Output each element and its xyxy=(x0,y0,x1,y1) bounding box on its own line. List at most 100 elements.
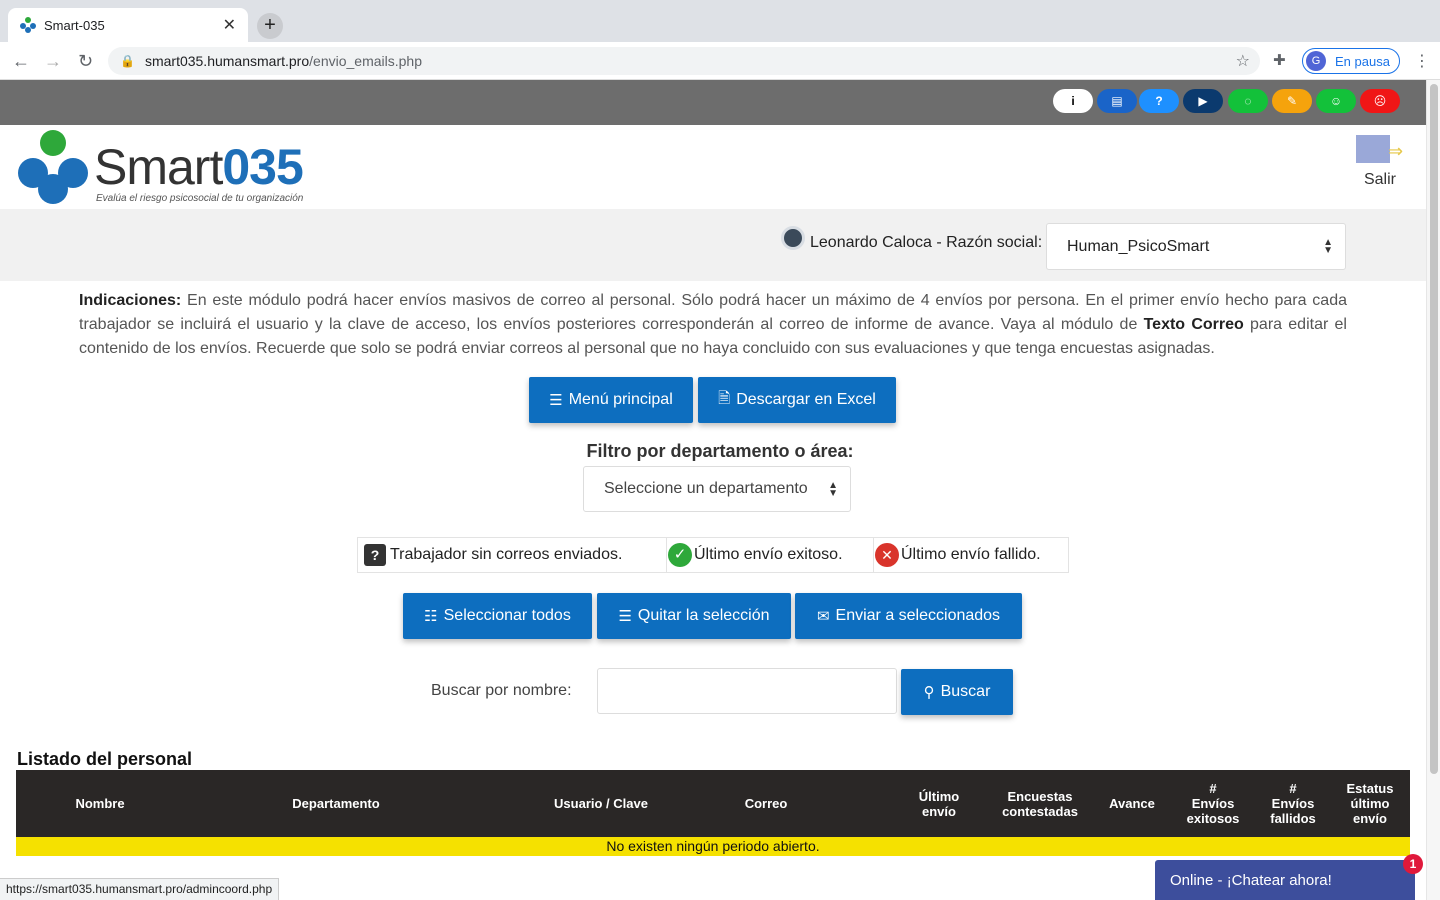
page-scrollbar[interactable] xyxy=(1426,80,1440,900)
bookmark-star-icon[interactable]: ☆ xyxy=(1236,51,1250,71)
legend-success: ✓ Último envío exitoso. xyxy=(668,538,874,572)
legend-divider xyxy=(666,538,667,572)
logout-button[interactable]: ⇒ Salir xyxy=(1354,135,1414,189)
new-tab-button[interactable]: + xyxy=(257,13,283,39)
column-header: Correo xyxy=(744,796,788,811)
user-avatar-icon xyxy=(781,226,805,250)
logout-label: Salir xyxy=(1363,171,1396,188)
staff-table-header: Nombre Departamento Usuario / Clave Correo Ú… xyxy=(16,770,1410,837)
close-tab-icon[interactable]: ✕ xyxy=(223,15,236,35)
live-chat-button[interactable]: Online - ¡Chatear ahora! xyxy=(1155,860,1415,900)
smart035-logo[interactable]: Smart035 Evalúa el riesgo psicosocial de… xyxy=(18,130,318,206)
select-caret-icon: ▲ ▼ xyxy=(828,480,838,499)
user-name-label: Leonardo Caloca - Razón social: xyxy=(810,234,1043,251)
column-header: # Envíos fallidos xyxy=(1270,781,1316,826)
indications-label: Indicaciones: xyxy=(79,292,182,309)
texto-correo-module: Texto Correo xyxy=(1143,316,1244,333)
youtube-icon[interactable]: ▶ xyxy=(1183,89,1223,113)
site-favicon-icon xyxy=(20,17,36,33)
clear-selection-button[interactable]: ☰ Quitar la selección xyxy=(597,593,791,639)
staff-list-title: Listado del personal xyxy=(17,749,193,769)
extensions-icon[interactable]: ✚ xyxy=(1273,51,1286,69)
back-icon[interactable]: ← xyxy=(12,51,30,72)
scrollbar-thumb[interactable] xyxy=(1430,84,1438,774)
column-header: Último envío xyxy=(918,788,960,819)
avatar: G xyxy=(1306,51,1326,71)
clear-selection-label: Quitar la selección xyxy=(637,607,770,624)
legend-no-mail-label: Trabajador sin correos enviados. xyxy=(390,546,623,563)
logout-door-icon xyxy=(1356,135,1390,163)
search-by-name-label: Buscar por nombre: xyxy=(431,682,572,699)
search-button[interactable]: ⚲ Buscar xyxy=(901,669,1013,715)
download-excel-label: Descargar en Excel xyxy=(736,391,876,408)
department-filter-label: Filtro por departamento o área: xyxy=(586,441,854,461)
indications-text: Indicaciones: En este módulo podrá hacer… xyxy=(79,289,1347,361)
excel-file-icon: 🗎 xyxy=(718,389,731,407)
sad-icon[interactable]: ☹ xyxy=(1360,89,1400,113)
column-header: Departamento xyxy=(292,796,380,811)
logo-tagline: Evalúa el riesgo psicosocial de tu organ… xyxy=(96,193,304,204)
logout-arrow-icon: ⇒ xyxy=(1388,141,1404,161)
error-x-icon: ✕ xyxy=(875,543,899,567)
column-header: Estatus último envío xyxy=(1346,781,1394,826)
checklist-icon: ☷ xyxy=(424,608,438,625)
question-icon: ? xyxy=(364,544,386,566)
select-caret-icon: ▲ ▼ xyxy=(1323,237,1333,256)
search-name-input[interactable] xyxy=(597,668,897,714)
address-bar[interactable]: 🔒 smart035.humansmart.pro/envio_emails.p… xyxy=(108,47,1260,75)
chat-icon[interactable]: ◌ xyxy=(1228,89,1268,113)
document-icon[interactable]: ▤ xyxy=(1097,89,1137,113)
department-select[interactable]: Seleccione un departamento ▲ ▼ xyxy=(583,466,851,512)
forward-icon[interactable]: → xyxy=(44,51,62,72)
search-icon: ⚲ xyxy=(923,684,935,701)
profile-label: En pausa xyxy=(1335,53,1390,69)
check-success-icon: ✓ xyxy=(668,543,692,567)
legend-no-mail: ? Trabajador sin correos enviados. xyxy=(358,538,666,572)
company-selected-value: Human_PsicoSmart xyxy=(1067,238,1210,255)
select-all-button[interactable]: ☷ Seleccionar todos xyxy=(403,593,592,639)
logo-brand: Smart035 xyxy=(94,139,304,195)
browser-tab[interactable]: Smart-035 ✕ xyxy=(8,8,248,42)
envelope-icon: ✉ xyxy=(816,608,830,625)
table-empty-message: No existen ningún periodo abierto. xyxy=(16,837,1410,856)
send-selected-label: Enviar a seleccionados xyxy=(835,607,1001,624)
browser-tab-bar: Smart-035 ✕ + xyxy=(0,0,1440,42)
download-excel-button[interactable]: 🗎 Descargar en Excel xyxy=(698,377,896,423)
department-selected-value: Seleccione un departamento xyxy=(604,480,808,497)
reload-icon[interactable]: ↻ xyxy=(78,51,93,72)
info-icon[interactable]: i xyxy=(1053,89,1093,113)
column-header: Nombre xyxy=(75,796,125,811)
browser-menu-icon[interactable]: ⋮ xyxy=(1414,51,1430,71)
column-header: Encuestas contestadas xyxy=(1002,788,1078,819)
site-top-bar: i ▤? ▶ ◌ ✎ ☺ ☹ xyxy=(0,80,1426,125)
lock-icon: 🔒 xyxy=(120,54,135,68)
url-path: /envio_emails.php xyxy=(309,53,422,69)
legend-failed-label: Último envío fallido. xyxy=(901,546,1041,563)
company-select[interactable]: Human_PsicoSmart ▲ ▼ xyxy=(1046,223,1346,270)
legend-failed: ✕ Último envío fallido. xyxy=(875,538,1069,572)
main-menu-label: Menú principal xyxy=(568,391,673,408)
select-all-label: Seleccionar todos xyxy=(443,607,571,624)
profile-button[interactable]: G En pausa xyxy=(1302,48,1400,74)
main-menu-button[interactable]: ☰ Menú principal xyxy=(529,377,693,423)
status-legend: ? Trabajador sin correos enviados. ✓ Últ… xyxy=(357,537,1069,573)
user-bar: Leonardo Caloca - Razón social: Human_Ps… xyxy=(0,209,1426,281)
column-header: Avance xyxy=(1109,796,1155,811)
list-icon: ☰ xyxy=(618,608,632,625)
url-host: smart035.humansmart.pro xyxy=(144,53,310,69)
column-header: Usuario / Clave xyxy=(554,796,648,811)
chat-notification-badge: 1 xyxy=(1403,854,1423,874)
help-icon[interactable]: ? xyxy=(1139,89,1179,113)
legend-success-label: Último envío exitoso. xyxy=(694,546,843,563)
send-selected-button[interactable]: ✉ Enviar a seleccionados xyxy=(795,593,1022,639)
browser-toolbar: ← → ↻ 🔒 smart035.humansmart.pro/envio_em… xyxy=(0,42,1440,80)
search-button-label: Buscar xyxy=(940,683,991,700)
site-header: Smart035 Evalúa el riesgo psicosocial de… xyxy=(0,125,1426,209)
smile-icon[interactable]: ☺ xyxy=(1316,89,1356,113)
menu-icon: ☰ xyxy=(549,392,563,409)
legend-divider xyxy=(873,538,874,572)
tab-title: Smart-035 xyxy=(44,17,105,33)
browser-status-url: https://smart035.humansmart.pro/admincoo… xyxy=(0,878,280,900)
note-icon[interactable]: ✎ xyxy=(1272,89,1312,113)
column-header: # Envíos exitosos xyxy=(1186,781,1240,826)
